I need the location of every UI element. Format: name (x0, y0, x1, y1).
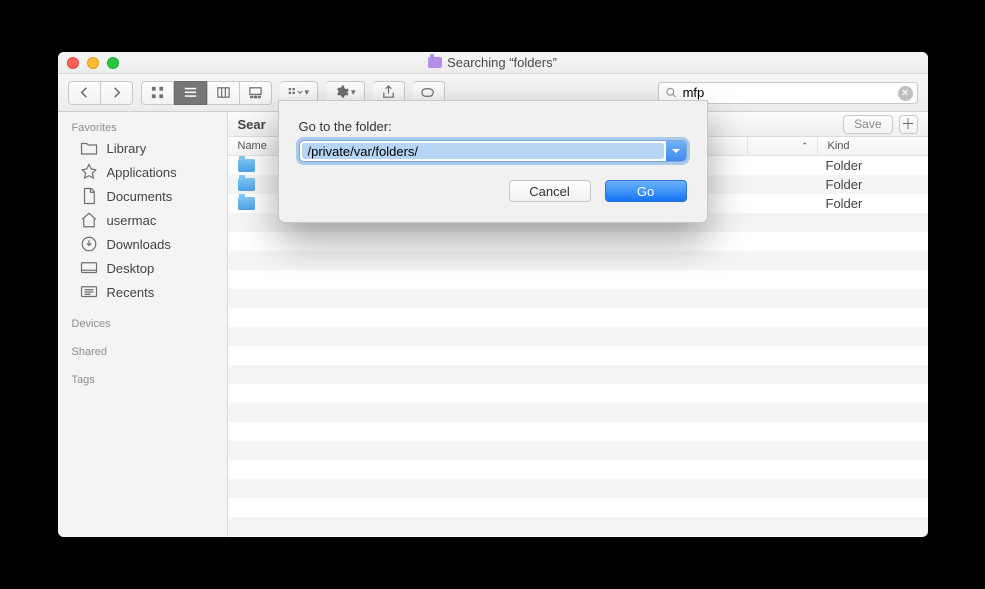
window-title: Searching “folders” (58, 55, 928, 70)
list-view-button[interactable] (174, 81, 207, 105)
sidebar-section-shared: Shared (58, 342, 227, 360)
sidebar-item-library[interactable]: Library (58, 136, 227, 160)
smart-folder-icon (428, 57, 442, 68)
window-title-text: Searching “folders” (447, 55, 557, 70)
history-dropdown-button[interactable] (666, 141, 686, 161)
home-icon (80, 211, 98, 229)
search-icon (665, 86, 677, 99)
recents-icon (80, 283, 98, 301)
column-header-date-modified[interactable]: ⌃ (748, 137, 818, 155)
cancel-button[interactable]: Cancel (509, 180, 591, 202)
sidebar-section-tags: Tags (58, 370, 227, 388)
row-kind: Folder (818, 196, 928, 211)
search-input[interactable] (681, 84, 893, 101)
sidebar-item-documents[interactable]: Documents (58, 184, 227, 208)
row-kind: Folder (818, 177, 928, 192)
sheet-label: Go to the folder: (299, 119, 687, 134)
chevron-down-icon: ▾ (305, 87, 310, 98)
clear-search-button[interactable]: ✕ (898, 86, 913, 101)
sidebar: Favorites Library Applications Documents… (58, 112, 228, 537)
document-icon (80, 187, 98, 205)
icon-view-button[interactable] (141, 81, 174, 105)
sidebar-section-devices: Devices (58, 314, 227, 332)
folder-icon (80, 139, 98, 157)
row-kind: Folder (818, 158, 928, 173)
sidebar-item-downloads[interactable]: Downloads (58, 232, 227, 256)
sidebar-section-favorites: Favorites (58, 118, 227, 136)
add-criteria-button[interactable]: ＋ (899, 115, 918, 134)
sidebar-item-label: Recents (107, 285, 155, 300)
sidebar-item-home[interactable]: usermac (58, 208, 227, 232)
sidebar-item-label: Library (107, 141, 147, 156)
sort-indicator-icon: ⌃ (801, 141, 809, 152)
folder-path-input[interactable] (302, 142, 684, 160)
gear-icon (334, 85, 349, 100)
view-mode-group (141, 81, 272, 105)
folder-icon (238, 159, 255, 172)
go-to-folder-sheet: Go to the folder: Cancel Go (278, 100, 708, 223)
back-button[interactable] (68, 81, 101, 105)
scope-search-label: Sear (238, 117, 266, 132)
desktop-icon (80, 259, 98, 277)
gallery-view-button[interactable] (240, 81, 272, 105)
downloads-icon (80, 235, 98, 253)
chevron-down-icon: ▾ (351, 87, 356, 98)
forward-button[interactable] (101, 81, 133, 105)
sidebar-item-label: Downloads (107, 237, 171, 252)
folder-path-combobox[interactable] (299, 140, 687, 162)
chevron-down-icon (671, 146, 681, 156)
sidebar-item-label: Desktop (107, 261, 155, 276)
sidebar-item-label: Applications (107, 165, 177, 180)
sidebar-item-desktop[interactable]: Desktop (58, 256, 227, 280)
applications-icon (80, 163, 98, 181)
sidebar-item-label: Documents (107, 189, 173, 204)
nav-buttons (68, 81, 133, 105)
folder-icon (238, 178, 255, 191)
finder-window: Searching “folders” (58, 52, 928, 537)
sidebar-item-recents[interactable]: Recents (58, 280, 227, 304)
sidebar-item-label: usermac (107, 213, 157, 228)
share-icon (381, 85, 396, 100)
column-view-button[interactable] (207, 81, 240, 105)
go-button[interactable]: Go (605, 180, 687, 202)
save-search-button[interactable]: Save (843, 115, 892, 134)
sidebar-item-applications[interactable]: Applications (58, 160, 227, 184)
folder-icon (238, 197, 255, 210)
titlebar: Searching “folders” (58, 52, 928, 74)
tag-icon (421, 85, 436, 100)
column-header-kind[interactable]: Kind (818, 137, 928, 155)
